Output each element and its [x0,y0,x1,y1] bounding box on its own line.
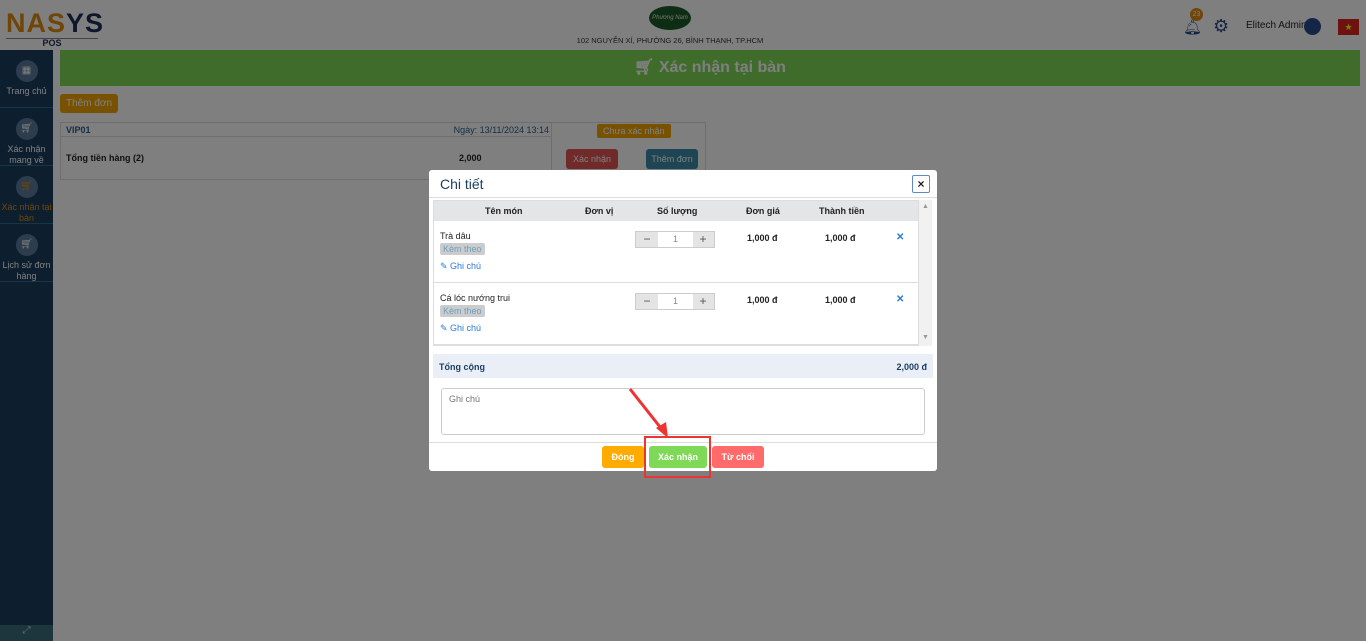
minus-button[interactable]: − [636,294,658,309]
quantity-input[interactable]: 1 [658,232,693,247]
plus-button[interactable]: + [692,232,714,247]
remove-icon[interactable]: ✕ [896,294,904,305]
addon-tag[interactable]: Kèm theo [440,305,485,317]
table-header: Tên món Đơn vị Số lượng Đơn giá Thành ti… [434,201,918,221]
detail-modal: Chi tiết × Tên món Đơn vị Số lượng Đơn g… [429,170,937,471]
minus-button[interactable]: − [636,232,658,247]
edit-icon: ✎ [440,323,451,333]
modal-title: Chi tiết [440,176,484,192]
plus-button[interactable]: + [692,294,714,309]
reject-button[interactable]: Từ chối [712,446,764,468]
note-input[interactable] [441,388,925,435]
items-table: Tên món Đơn vị Số lượng Đơn giá Thành ti… [433,200,919,346]
highlight-box [644,436,711,478]
table-row: Trà dâu Kèm theo ✎ Ghi chú −1 + 1,000 đ 1… [434,221,918,283]
quantity-stepper: −1 + [635,293,715,310]
remove-icon[interactable]: ✕ [896,232,904,243]
total-row: Tổng cộng 2,000 đ [433,354,933,378]
close-button[interactable]: Đóng [602,446,644,468]
note-link[interactable]: ✎ Ghi chú [440,261,481,272]
close-icon[interactable]: × [912,175,930,193]
scrollbar[interactable]: ▲ ▼ [919,200,932,346]
note-link[interactable]: ✎ Ghi chú [440,323,481,334]
table-row: Cá lóc nướng trui Kèm theo ✎ Ghi chú −1 +… [434,283,918,345]
addon-tag[interactable]: Kèm theo [440,243,485,255]
edit-icon: ✎ [440,261,451,271]
quantity-stepper: −1 + [635,231,715,248]
quantity-input[interactable]: 1 [658,294,693,309]
